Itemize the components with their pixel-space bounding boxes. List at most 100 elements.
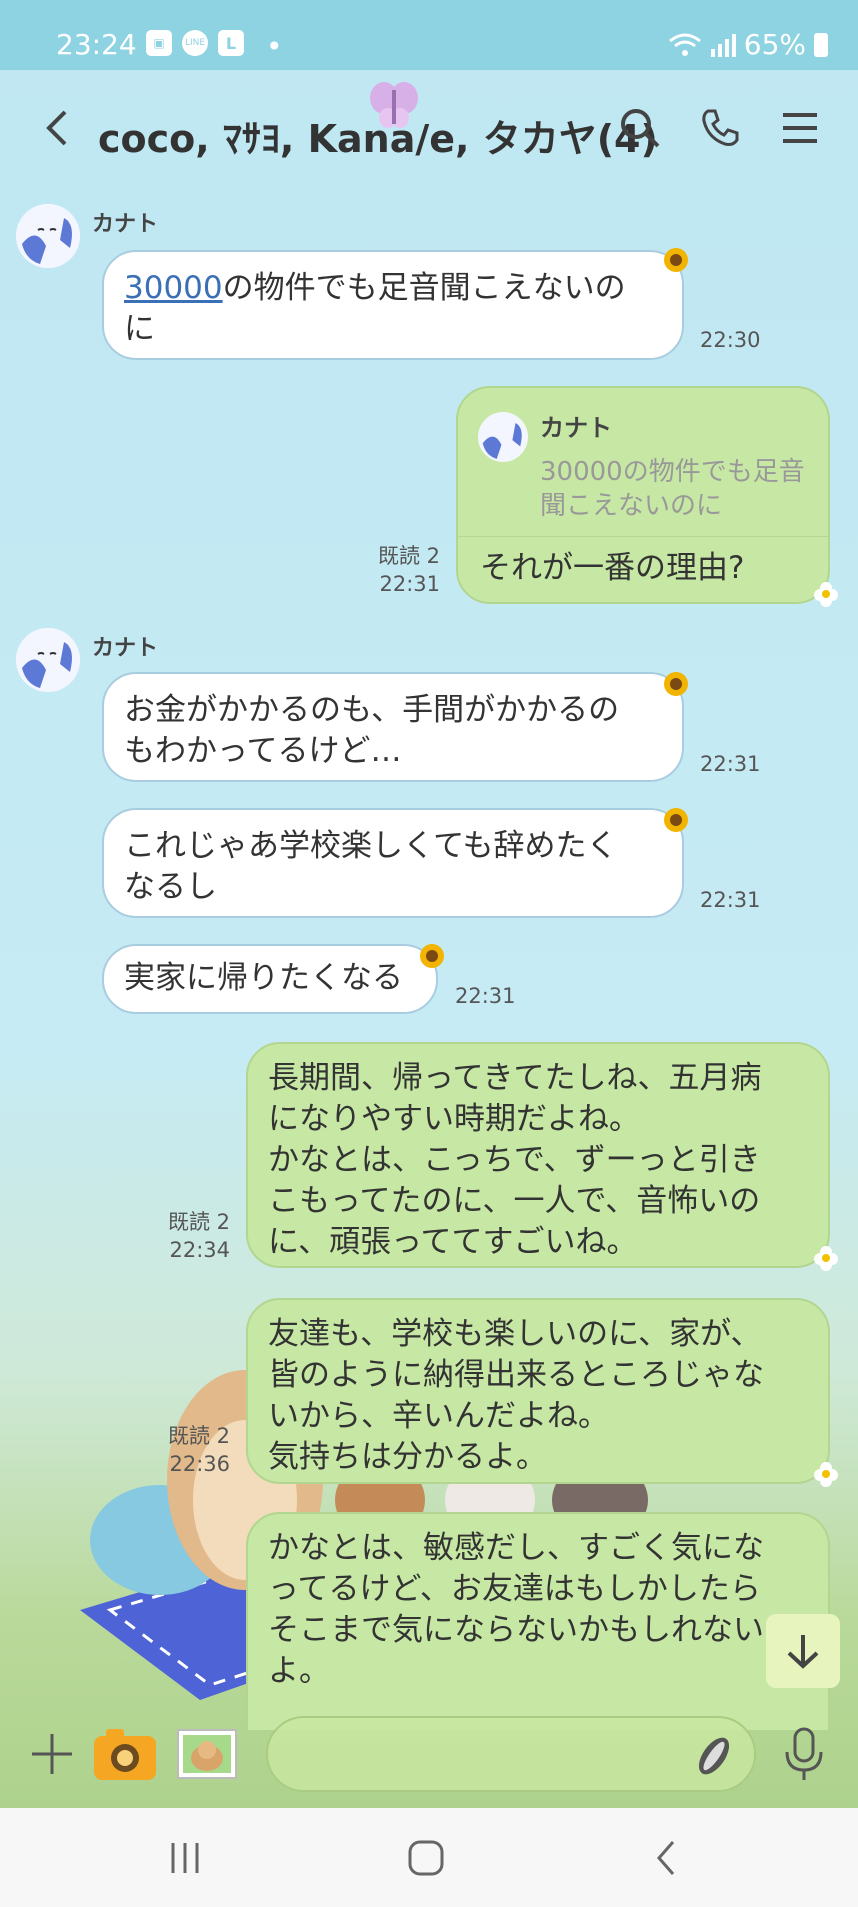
- chat-header: coco, ﾏｻﾖ, Kana/e, タカヤ(4): [0, 70, 858, 185]
- message-input-bar: [0, 1700, 858, 1808]
- menu-button[interactable]: [772, 100, 828, 156]
- read-count: 既読 2: [377, 544, 440, 568]
- search-button[interactable]: [612, 100, 668, 156]
- sunflower-decoration-icon: [420, 944, 444, 968]
- message-text-line: なるし: [124, 869, 217, 905]
- menu-icon: [783, 113, 817, 143]
- message-bubble[interactable]: 友達も、学校も楽しいのに、家が、 皆のように納得出来るところじゃな いから、辛い…: [246, 1298, 830, 1484]
- gallery-notification-icon: ▣: [146, 30, 172, 56]
- message-bubble[interactable]: 実家に帰りたくなる: [102, 944, 438, 1014]
- message-text-line: お金がかかるのも、手間がかかるの: [124, 692, 620, 728]
- message-link[interactable]: 30000: [124, 270, 223, 306]
- reply-message-bubble[interactable]: カナト 30000の物件でも足音 聞こえないのに それが一番の理由?: [456, 386, 830, 604]
- status-right: 65%: [668, 28, 828, 61]
- sender-name: カナト: [92, 636, 159, 661]
- flower-decoration-icon: [814, 582, 838, 607]
- sunflower-decoration-icon: [664, 808, 688, 832]
- message-text-line: そこまで気にならないかもしれない: [268, 1612, 764, 1648]
- message-text-line: ってるけど、お友達はもしかしたら: [268, 1571, 761, 1607]
- quoted-sender: カナト: [540, 414, 612, 442]
- message-text-line: かなとは、こっちで、ずーっと引き: [268, 1142, 761, 1178]
- plus-icon: [32, 1734, 72, 1774]
- message-bubble[interactable]: お金がかかるのも、手間がかかるの もわかってるけど…: [102, 672, 684, 782]
- flower-decoration-icon: [814, 1462, 838, 1487]
- message-timestamp: 22:31: [700, 888, 761, 912]
- message-text-line: になりやすい時期だよね。: [268, 1101, 640, 1137]
- quoted-text-line: 30000の物件でも足音: [540, 457, 805, 487]
- message-text-line: 長期間、帰ってきてたしね、五月病: [268, 1060, 762, 1096]
- notification-icons: ▣ LINE L: [146, 30, 244, 56]
- wifi-icon: [668, 33, 701, 56]
- battery-percent: 65%: [743, 28, 806, 61]
- back-arrow-icon: [46, 110, 67, 146]
- message-text: それが一番の理由?: [480, 550, 745, 586]
- flower-decoration-icon: [814, 1246, 838, 1271]
- status-time: 23:24: [56, 28, 137, 61]
- sender-avatar[interactable]: [16, 204, 80, 268]
- read-receipt: 既読 2 22:31: [330, 542, 440, 598]
- message-text-line: いから、辛いんだよね。: [268, 1398, 609, 1434]
- call-button[interactable]: [692, 100, 748, 156]
- read-receipt: 既読 2 22:34: [150, 1208, 230, 1264]
- mic-icon: [785, 1727, 823, 1780]
- seed-icon[interactable]: [692, 1734, 736, 1778]
- gallery-button[interactable]: [174, 1726, 240, 1786]
- message-timestamp: 22:31: [700, 752, 761, 776]
- recent-apps-button[interactable]: [155, 1838, 215, 1878]
- message-text-line: 皆のように納得出来るところじゃな: [268, 1357, 764, 1393]
- gallery-icon: [177, 1729, 237, 1779]
- battery-icon: [814, 32, 828, 57]
- search-icon: [621, 109, 660, 148]
- line-notification-icon: LINE: [182, 30, 208, 56]
- home-button[interactable]: [396, 1838, 456, 1878]
- message-text-line: よ。: [268, 1653, 330, 1689]
- message-timestamp: 22:34: [169, 1238, 230, 1262]
- message-timestamp: 22:31: [455, 984, 516, 1008]
- message-bubble[interactable]: これじゃあ学校楽しくても辞めたく なるし: [102, 808, 684, 918]
- message-timestamp: 22:31: [379, 572, 440, 596]
- quote-divider: [458, 536, 828, 537]
- quoted-message[interactable]: カナト 30000の物件でも足音 聞こえないのに: [540, 408, 805, 523]
- mic-button[interactable]: [782, 1726, 826, 1786]
- message-text-line: に、頑張っててすごいね。: [268, 1224, 638, 1260]
- message-text-line: もわかってるけど…: [124, 733, 402, 769]
- status-bar: 23:24 ▣ LINE L • 65%: [0, 0, 858, 70]
- signal-icon: [710, 33, 736, 57]
- message-text-line: かなとは、敏感だし、すごく気にな: [268, 1530, 764, 1566]
- read-receipt: 既読 2 22:36: [150, 1422, 230, 1478]
- phone-icon: [702, 109, 739, 146]
- recent-apps-icon: [171, 1843, 199, 1873]
- back-button[interactable]: [28, 100, 84, 156]
- system-back-icon: [657, 1841, 675, 1875]
- message-text-line: 友達も、学校も楽しいのに、家が、: [268, 1316, 762, 1352]
- quoted-text-line: 聞こえないのに: [540, 491, 723, 521]
- camera-button[interactable]: [92, 1726, 158, 1786]
- scroll-to-bottom-button[interactable]: [766, 1614, 840, 1688]
- message-text: に: [124, 311, 155, 347]
- message-timestamp: 22:30: [700, 328, 761, 352]
- butterfly-decoration-icon: [370, 82, 418, 128]
- home-icon: [408, 1840, 444, 1876]
- avatar-character-icon: [16, 204, 80, 268]
- message-bubble[interactable]: かなとは、敏感だし、すごく気にな ってるけど、お友達はもしかしたら そこまで気に…: [246, 1512, 830, 1732]
- message-text-line: こもってたのに、一人で、音怖いの: [268, 1183, 761, 1219]
- sunflower-decoration-icon: [664, 672, 688, 696]
- read-count: 既読 2: [167, 1424, 230, 1448]
- camera-icon: [94, 1729, 156, 1780]
- sender-name: カナト: [92, 212, 159, 237]
- system-navigation-bar: [0, 1808, 858, 1907]
- message-bubble[interactable]: 長期間、帰ってきてたしね、五月病 になりやすい時期だよね。 かなとは、こっちで、…: [246, 1042, 830, 1268]
- quoted-avatar-icon: [478, 412, 528, 462]
- plus-button[interactable]: [30, 1732, 74, 1780]
- message-text-line: これじゃあ学校楽しくても辞めたく: [124, 828, 618, 864]
- arrow-down-icon: [787, 1635, 819, 1669]
- sender-avatar[interactable]: [16, 628, 80, 692]
- message-timestamp: 22:36: [169, 1452, 230, 1476]
- system-back-button[interactable]: [636, 1838, 696, 1878]
- avatar-character-icon: [16, 628, 80, 692]
- message-input[interactable]: [266, 1716, 756, 1792]
- message-text: 実家に帰りたくなる: [124, 960, 403, 996]
- message-text: の物件でも足音聞こえないの: [222, 270, 626, 306]
- more-notifications-dot-icon: •: [266, 30, 283, 63]
- message-bubble[interactable]: 30000の物件でも足音聞こえないの に: [102, 250, 684, 360]
